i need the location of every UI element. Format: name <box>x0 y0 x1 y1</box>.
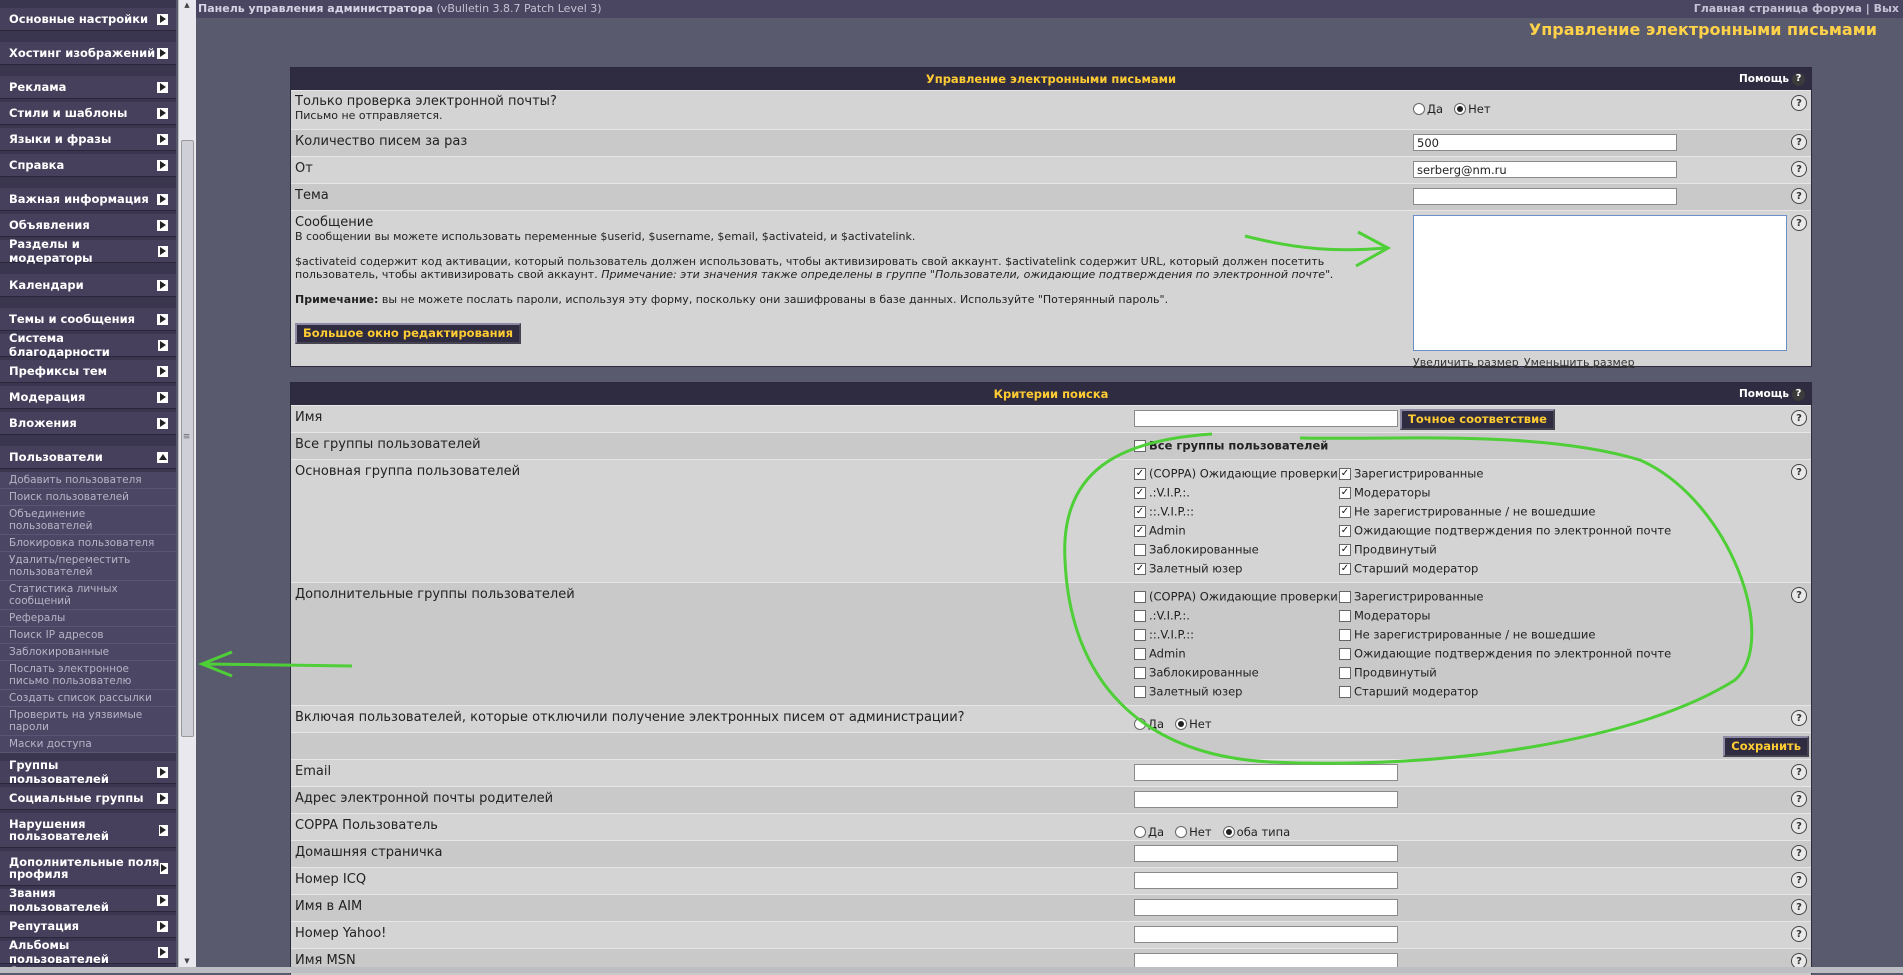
green-arrow-to-sidebar <box>197 650 353 678</box>
green-circle-groups <box>1063 432 1754 765</box>
annotation-overlay <box>197 230 1754 765</box>
taskbar-strip <box>0 967 1903 973</box>
green-arrow-to-message <box>1244 230 1392 268</box>
